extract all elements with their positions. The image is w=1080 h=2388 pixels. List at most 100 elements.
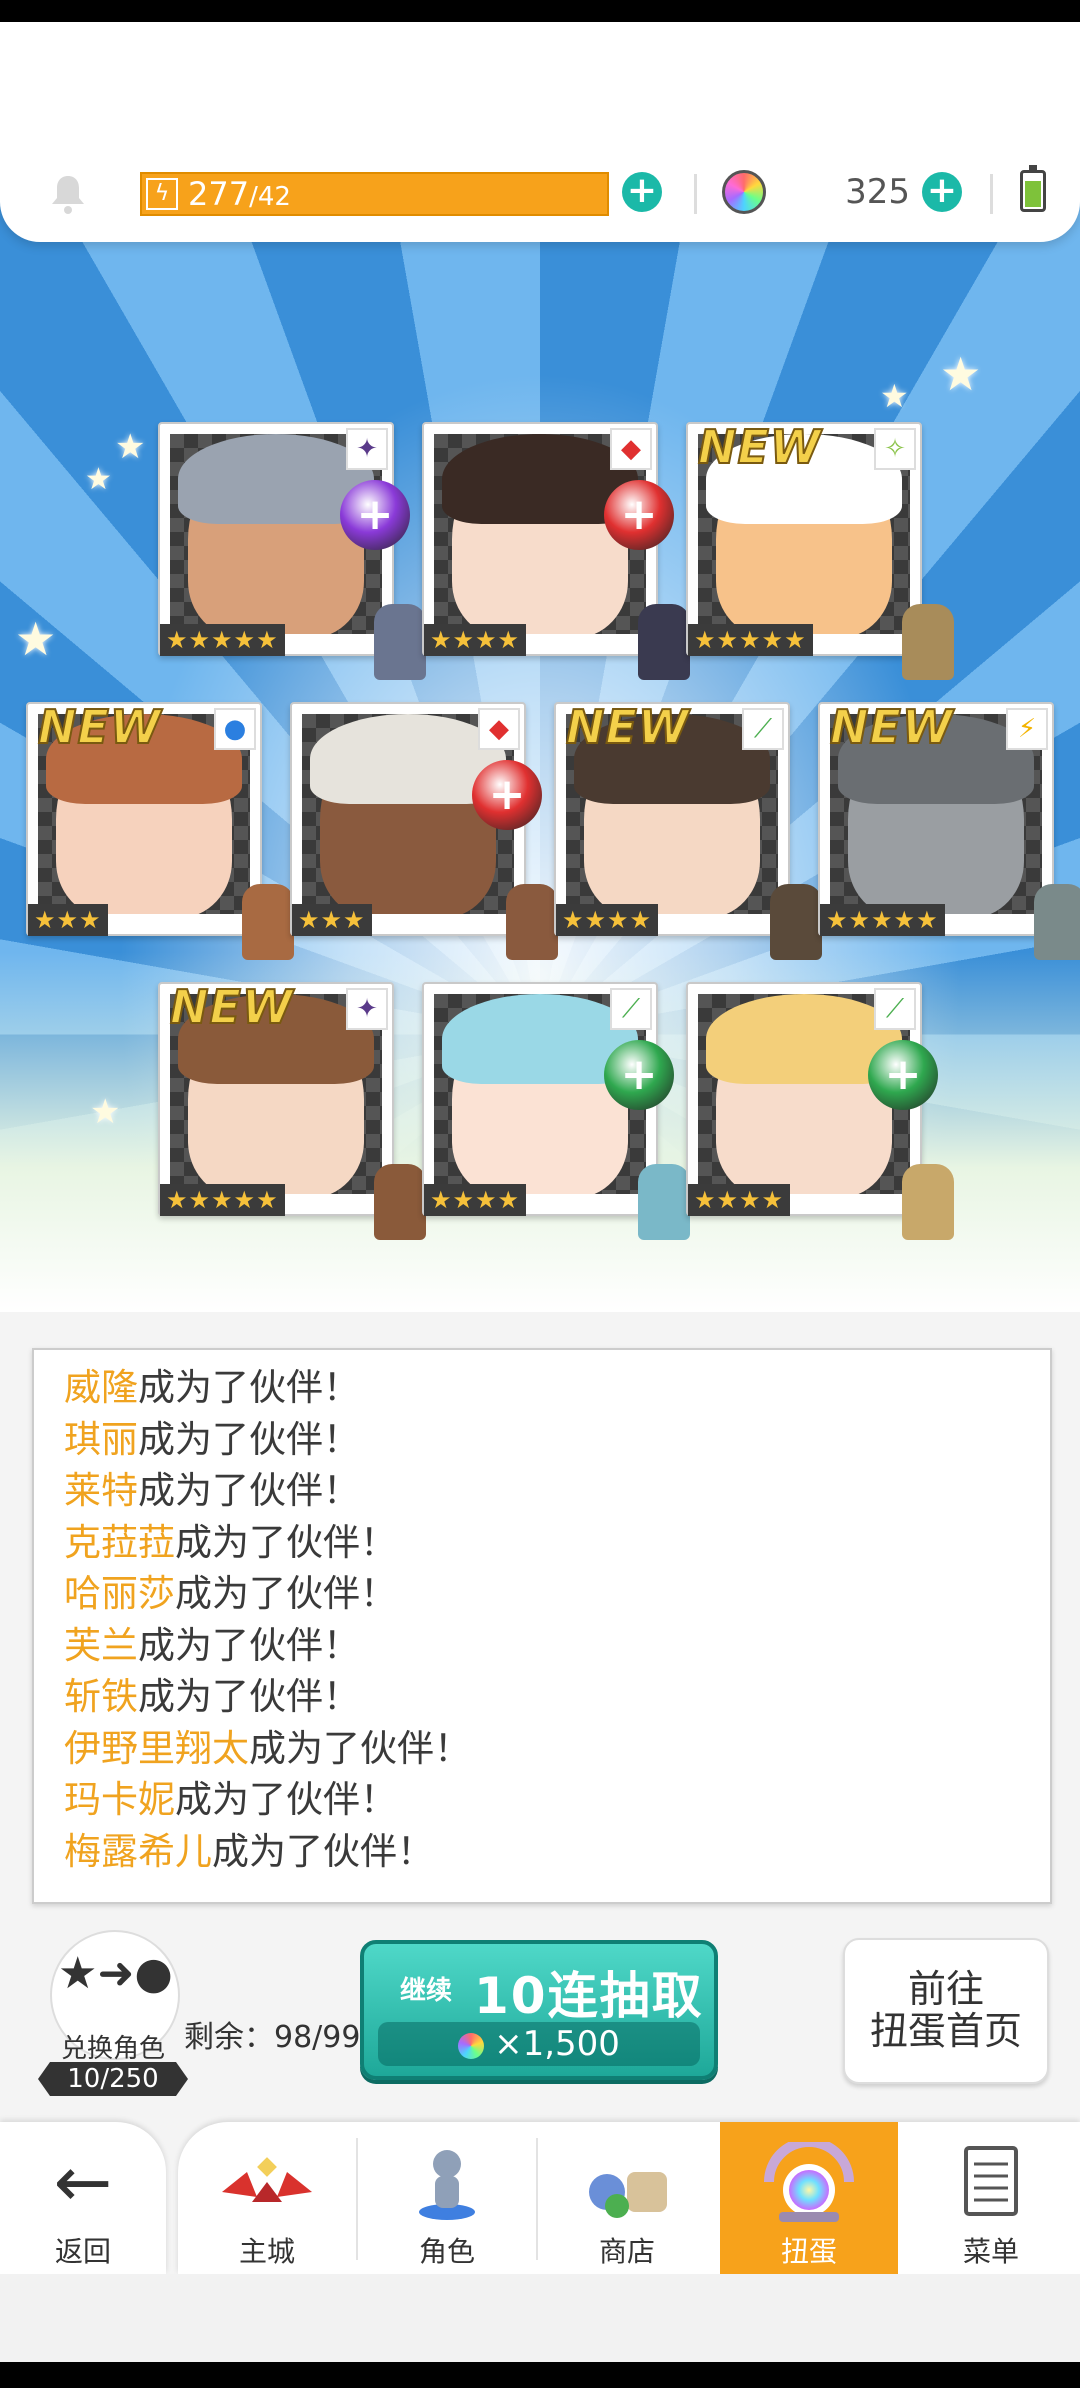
element-orb-icon: + bbox=[340, 480, 410, 550]
exchange-count: 10/250 bbox=[38, 2062, 188, 2096]
log-suffix: 成为了伙伴！ bbox=[175, 1572, 397, 1615]
character-icon bbox=[358, 2142, 536, 2242]
pull-label: 10连抽取 bbox=[474, 1967, 704, 2025]
element-icon: ◆ bbox=[610, 428, 652, 470]
log-line: 威隆成为了伙伴！ bbox=[64, 1362, 360, 1414]
tab-label: 角色 bbox=[418, 2235, 475, 2268]
log-suffix: 成为了伙伴！ bbox=[249, 1726, 471, 1770]
character-name: 梅露希儿 bbox=[64, 1829, 212, 1873]
add-stamina-button[interactable]: + bbox=[622, 172, 662, 212]
rarity-stars: ★★★★★ bbox=[688, 624, 813, 656]
chibi-sprite bbox=[506, 884, 558, 960]
back-arrow-icon: ← bbox=[53, 2141, 113, 2223]
character-card[interactable]: ● ★★★ NEW bbox=[26, 699, 294, 960]
character-card[interactable]: ◆ ★★★ + bbox=[290, 702, 558, 960]
element-icon: ✦ bbox=[346, 988, 388, 1030]
exchange-label: 兑换角色 bbox=[60, 2034, 165, 2064]
add-gems-button[interactable]: + bbox=[922, 172, 962, 212]
character-name: 威隆 bbox=[64, 1366, 138, 1409]
character-card[interactable]: ✦ ★★★★★ NEW bbox=[158, 979, 426, 1240]
nav-tabs: 主城 角色 商店 扭蛋 菜单 bbox=[178, 2122, 1080, 2274]
tab-shop[interactable]: 商店 bbox=[538, 2122, 716, 2274]
chibi-sprite bbox=[902, 604, 954, 680]
rarity-stars: ★★★★ bbox=[424, 1184, 527, 1216]
tab-label: 菜单 bbox=[962, 2235, 1019, 2268]
stamina-current: 277 bbox=[188, 175, 250, 213]
character-card[interactable]: ⟋ ★★★★ + bbox=[422, 982, 690, 1240]
rarity-stars: ★★★ bbox=[28, 904, 108, 936]
divider bbox=[694, 174, 697, 214]
sparkle-star-icon: ★ bbox=[90, 1092, 121, 1132]
tab-gacha[interactable]: 扭蛋 bbox=[720, 2122, 898, 2274]
element-icon: ◆ bbox=[478, 708, 520, 750]
result-log-panel: 威隆成为了伙伴！ 琪丽成为了伙伴！ 莱特成为了伙伴！ 克菈菈成为了伙伴！ 哈丽莎成为了伙… bbox=[32, 1348, 1052, 1904]
character-name: 伊野里翔太 bbox=[64, 1726, 249, 1770]
pull-cost: ×1,500 bbox=[378, 2022, 700, 2066]
log-line: 芙兰成为了伙伴！ bbox=[64, 1620, 360, 1672]
tab-menu[interactable]: 菜单 bbox=[902, 2122, 1080, 2274]
element-orb-icon: + bbox=[604, 1040, 674, 1110]
back-nav-item: ← 返回 bbox=[0, 2122, 166, 2274]
log-line: 莱特成为了伙伴！ bbox=[64, 1465, 360, 1517]
rarity-stars: ★★★★ bbox=[556, 904, 659, 936]
element-icon: ✧ bbox=[874, 428, 916, 470]
sparkle-star-icon: ★ bbox=[880, 377, 909, 415]
pull-10-button[interactable]: 继续 10连抽取 ×1,500 bbox=[360, 1940, 718, 2080]
rarity-stars: ★★★★★ bbox=[160, 1184, 285, 1216]
character-card[interactable]: ◆ ★★★★ + bbox=[422, 422, 690, 680]
log-suffix: 成为了伙伴！ bbox=[212, 1829, 434, 1873]
sparkle-star-icon: ★ bbox=[85, 462, 112, 497]
log-suffix: 成为了伙伴！ bbox=[138, 1623, 360, 1667]
log-suffix: 成为了伙伴！ bbox=[138, 1675, 360, 1718]
log-line: 玛卡妮成为了伙伴！ bbox=[64, 1774, 397, 1826]
tab-label: 商店 bbox=[598, 2235, 655, 2268]
new-badge: NEW bbox=[697, 419, 822, 475]
element-icon: ⟋ bbox=[610, 988, 652, 1030]
character-card[interactable]: ✧ ★★★★★ NEW bbox=[686, 419, 954, 680]
tab-main-city[interactable]: 主城 bbox=[178, 2122, 356, 2274]
castle-icon bbox=[178, 2142, 356, 2242]
character-name: 哈丽莎 bbox=[64, 1572, 175, 1615]
tab-label: 扭蛋 bbox=[780, 2235, 837, 2268]
tab-character[interactable]: 角色 bbox=[358, 2122, 536, 2274]
character-card[interactable]: ⚡ ★★★★★ NEW bbox=[818, 699, 1080, 960]
back-button[interactable]: ← 返回 bbox=[0, 2122, 166, 2274]
chibi-sprite bbox=[902, 1164, 954, 1240]
tab-label: 主城 bbox=[238, 2235, 295, 2268]
menu-icon bbox=[902, 2142, 1080, 2242]
character-name: 克菈菈 bbox=[64, 1520, 175, 1564]
chibi-sprite bbox=[374, 604, 426, 680]
character-name: 莱特 bbox=[64, 1469, 138, 1512]
shop-icon bbox=[538, 2142, 716, 2242]
element-orb-icon: + bbox=[868, 1040, 938, 1110]
stamina-max: 42 bbox=[257, 182, 291, 212]
log-line: 伊野里翔太成为了伙伴！ bbox=[64, 1723, 471, 1775]
new-badge: NEW bbox=[37, 699, 162, 755]
character-name: 斩铁 bbox=[64, 1675, 138, 1718]
chibi-sprite bbox=[770, 884, 822, 960]
goto-line1: 前往 bbox=[907, 1967, 984, 2011]
exchange-character-button[interactable]: ★➜● 兑换角色 10/250 bbox=[38, 1930, 188, 2096]
rarity-stars: ★★★★★ bbox=[820, 904, 945, 936]
gem-icon bbox=[458, 2032, 485, 2059]
rarity-stars: ★★★★ bbox=[688, 1184, 791, 1216]
character-name: 芙兰 bbox=[64, 1623, 138, 1667]
character-card[interactable]: ⟋ ★★★★ + bbox=[686, 982, 954, 1240]
new-badge: NEW bbox=[565, 699, 690, 755]
notification-bell-icon[interactable] bbox=[48, 172, 88, 216]
character-card[interactable]: ⟋ ★★★★ NEW bbox=[554, 699, 822, 960]
gacha-results-banner: ★ ★ ★ ★ ★ ★ ✦ ★★★★★ + ◆ ★★★★ + ✧ ★★★★★ NEW ● ★★★ NE… bbox=[0, 202, 1080, 1312]
character-card[interactable]: ✦ ★★★★★ + bbox=[158, 422, 426, 680]
stamina-bar: ϟ 277/42 bbox=[140, 172, 609, 216]
log-line: 哈丽莎成为了伙伴！ bbox=[64, 1568, 397, 1620]
element-icon: ✦ bbox=[346, 428, 388, 470]
sparkle-star-icon: ★ bbox=[940, 347, 982, 401]
gem-count: 325 bbox=[845, 172, 910, 212]
element-orb-icon: + bbox=[604, 480, 674, 550]
sparkle-star-icon: ★ bbox=[15, 612, 57, 666]
goto-gacha-home-button[interactable]: 前往 扭蛋首页 bbox=[843, 1938, 1049, 2084]
new-badge: NEW bbox=[829, 699, 954, 755]
element-icon: ● bbox=[214, 708, 256, 750]
divider bbox=[990, 174, 993, 214]
game-screen: ★ ★ ★ ★ ★ ★ ✦ ★★★★★ + ◆ ★★★★ + ✧ ★★★★★ NEW ● ★★★ NE… bbox=[0, 22, 1080, 2362]
